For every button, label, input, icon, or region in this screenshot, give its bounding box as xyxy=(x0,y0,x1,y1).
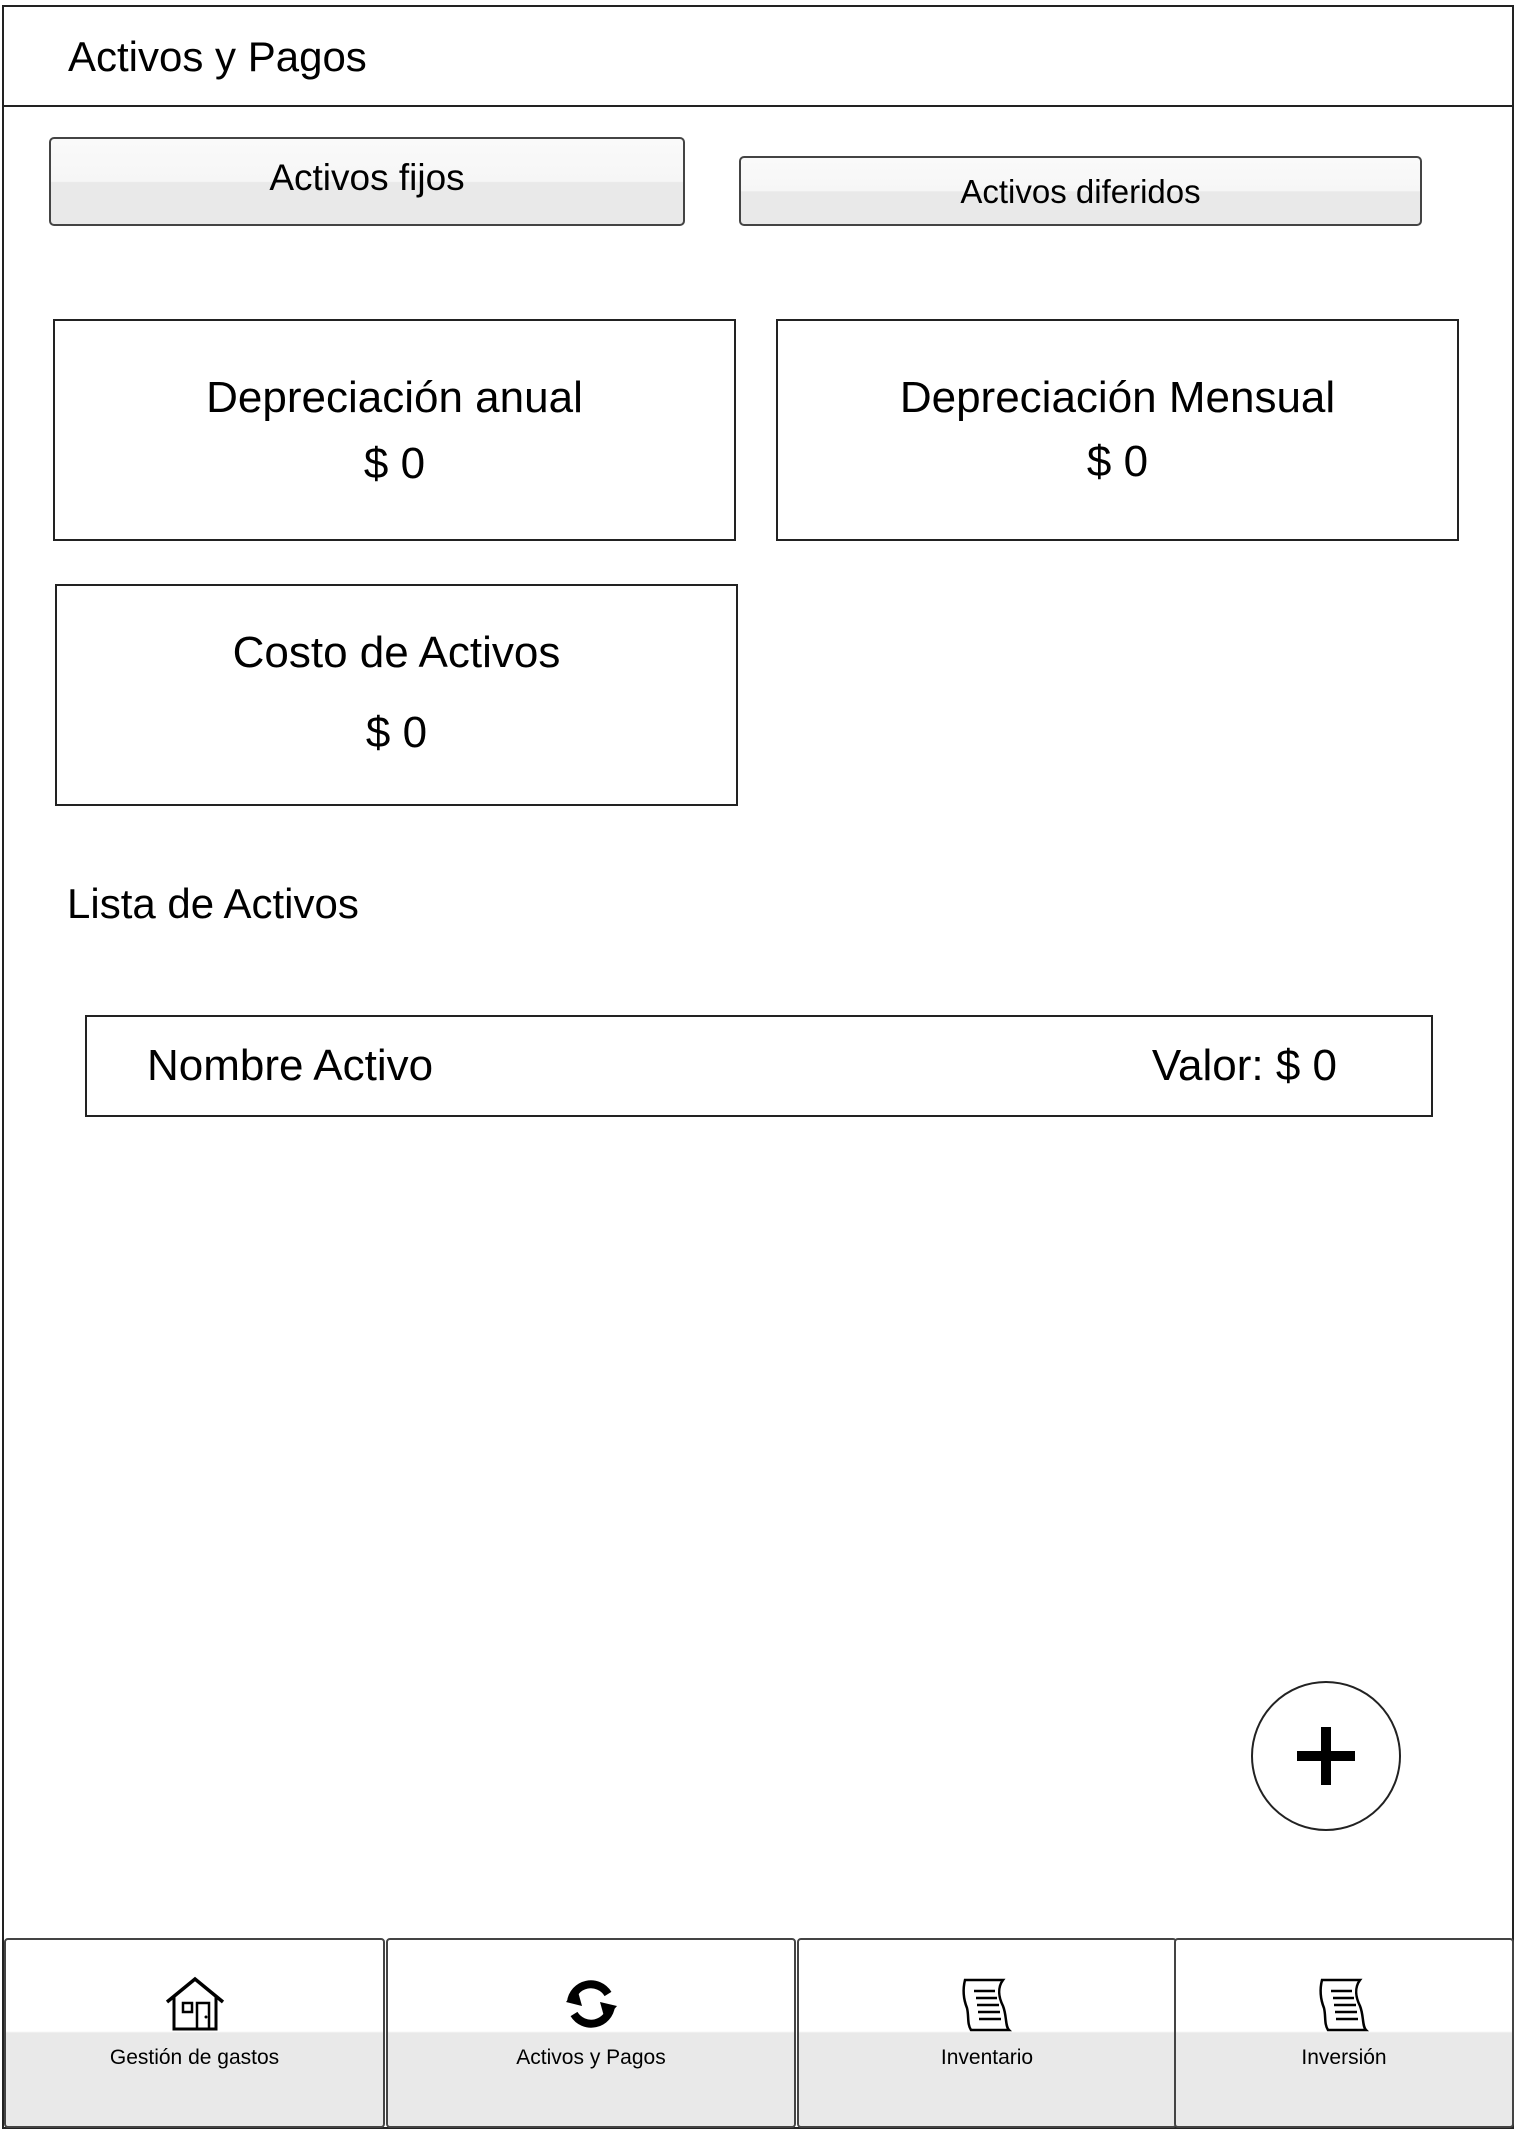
annual-depreciation-card: Depreciación anual $ 0 xyxy=(53,319,736,541)
tab-label: Gestión de gastos xyxy=(109,2046,280,2069)
sync-arrows-icon xyxy=(566,1980,617,2028)
plus-icon xyxy=(1297,1727,1355,1785)
asset-value: Valor: $ 0 xyxy=(1151,1041,1337,1090)
app-header: Activos y Pagos xyxy=(2,5,1514,107)
tab-label: Activos y Pagos xyxy=(516,2046,666,2069)
house-icon xyxy=(165,1976,224,2031)
asset-cost-value: $ 0 xyxy=(365,708,428,757)
tab-gestion-de-gastos[interactable]: Gestión de gastos xyxy=(4,1938,385,2128)
add-asset-button[interactable] xyxy=(1251,1681,1401,1831)
fixed-assets-button-label: Activos fijos xyxy=(269,156,465,198)
bottom-nav: Gestión de gastos Activos y Pagos Invent… xyxy=(4,1938,1514,2128)
deferred-assets-button-label: Activos diferidos xyxy=(960,173,1201,210)
tab-inventario[interactable]: Inventario xyxy=(797,1938,1177,2128)
deferred-assets-button[interactable]: Activos diferidos xyxy=(739,156,1422,226)
list-item[interactable]: Nombre Activo Valor: $ 0 xyxy=(85,1015,1433,1117)
asset-cost-card: Costo de Activos $ 0 xyxy=(55,584,738,806)
monthly-depreciation-card: Depreciación Mensual $ 0 xyxy=(776,319,1459,541)
annual-depreciation-value: $ 0 xyxy=(363,439,426,488)
scroll-icon xyxy=(962,1978,1013,2032)
tab-label: Inversión xyxy=(1301,2046,1387,2069)
fixed-assets-button[interactable]: Activos fijos xyxy=(49,137,685,226)
asset-cost-label: Costo de Activos xyxy=(232,628,561,677)
tab-inversion[interactable]: Inversión xyxy=(1174,1938,1514,2128)
asset-name: Nombre Activo xyxy=(147,1041,434,1090)
monthly-depreciation-label: Depreciación Mensual xyxy=(899,373,1336,422)
page-title: Activos y Pagos xyxy=(68,33,367,80)
tab-label: Inventario xyxy=(940,2046,1034,2069)
asset-list-title: Lista de Activos xyxy=(67,880,359,927)
scroll-icon xyxy=(1319,1978,1370,2032)
annual-depreciation-label: Depreciación anual xyxy=(206,373,583,422)
tab-activos-y-pagos[interactable]: Activos y Pagos xyxy=(386,1938,796,2128)
monthly-depreciation-value: $ 0 xyxy=(1086,437,1149,486)
